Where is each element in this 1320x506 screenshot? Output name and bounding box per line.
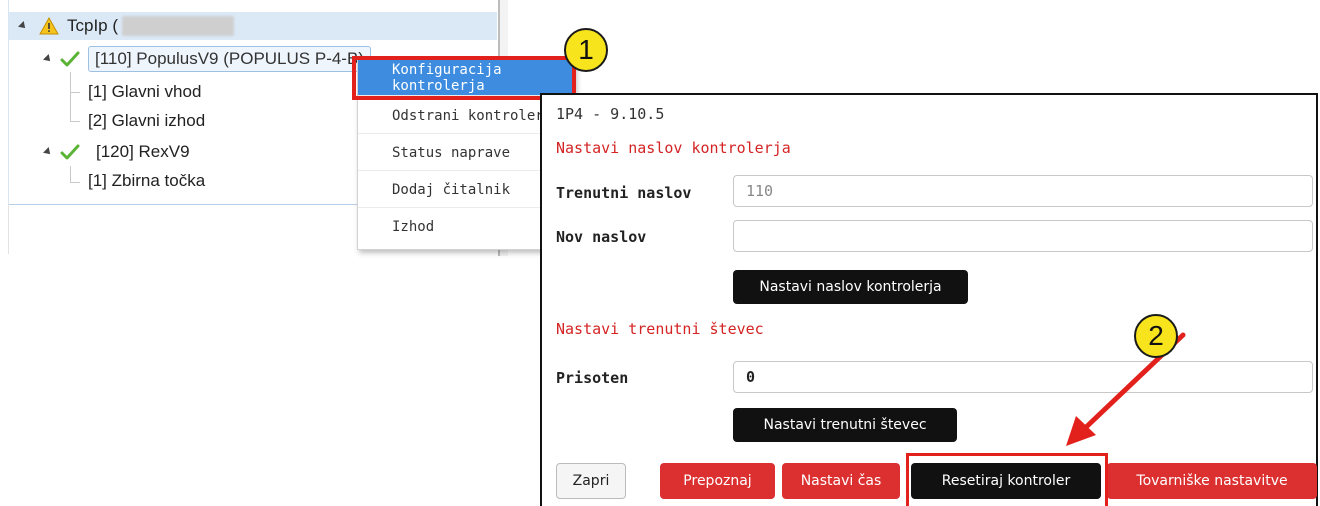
dialog-title: 1P4 - 9.10.5 — [556, 105, 665, 123]
check-icon — [60, 51, 80, 67]
new-address-label: Nov naslov — [556, 228, 647, 246]
step-badge-2: 2 — [1134, 314, 1178, 358]
tree-branch-line — [70, 166, 71, 182]
tree-node-rexv9[interactable]: [120] RexV9 — [40, 138, 190, 166]
tree-branch-line — [70, 92, 80, 93]
expand-icon[interactable] — [43, 147, 53, 157]
expand-icon[interactable] — [18, 21, 28, 31]
section-heading-counter: Nastavi trenutni števec — [556, 320, 764, 338]
tree-branch-line — [70, 72, 71, 122]
present-value: 0 — [746, 368, 756, 386]
present-label: Prisoten — [556, 369, 629, 387]
tree-node-label: [1] Glavni vhod — [88, 82, 202, 101]
step-badge-1: 1 — [564, 28, 608, 72]
tree-node-zbirna-tocka[interactable]: [1] Zbirna točka — [88, 167, 205, 195]
tree-node-tcpip[interactable]: TcpIp ( — [9, 12, 497, 40]
tree-divider — [8, 204, 9, 254]
tree-branch-line — [70, 121, 80, 122]
tree-node-populus[interactable]: [110] PopulusV9 (POPULUS P-4-B) — [40, 45, 371, 73]
set-address-button[interactable]: Nastavi naslov kontrolerja — [733, 270, 968, 304]
highlight-box-reset — [906, 453, 1108, 506]
current-address-field: 110 — [733, 175, 1313, 207]
section-heading-address: Nastavi naslov kontrolerja — [556, 139, 791, 157]
tree-node-label: [120] RexV9 — [96, 142, 190, 161]
warning-icon — [39, 17, 59, 35]
controller-config-dialog: 1P4 - 9.10.5 Nastavi naslov kontrolerja … — [540, 93, 1318, 506]
check-icon — [60, 144, 80, 160]
set-counter-button[interactable]: Nastavi trenutni števec — [733, 408, 957, 442]
tree-node-label: TcpIp ( — [67, 16, 119, 35]
tree-node-label: [2] Glavni izhod — [88, 111, 206, 130]
tree-node-label: [110] PopulusV9 (POPULUS P-4-B) — [88, 46, 371, 72]
factory-settings-button[interactable]: Tovarniške nastavitve — [1107, 463, 1317, 499]
identify-button[interactable]: Prepoznaj — [660, 463, 775, 499]
set-time-button[interactable]: Nastavi čas — [782, 463, 900, 499]
present-field[interactable]: 0 — [733, 361, 1313, 393]
redacted-address — [122, 16, 235, 36]
tree-node-glavni-vhod[interactable]: [1] Glavni vhod — [88, 78, 201, 106]
tree-node-label: [1] Zbirna točka — [88, 171, 206, 190]
close-button[interactable]: Zapri — [556, 463, 626, 499]
expand-icon[interactable] — [43, 54, 53, 64]
tree-node-glavni-izhod[interactable]: [2] Glavni izhod — [88, 107, 205, 135]
tree-branch-line — [70, 182, 80, 183]
new-address-field[interactable] — [733, 220, 1313, 252]
current-address-value: 110 — [746, 182, 774, 200]
current-address-label: Trenutni naslov — [556, 184, 692, 202]
